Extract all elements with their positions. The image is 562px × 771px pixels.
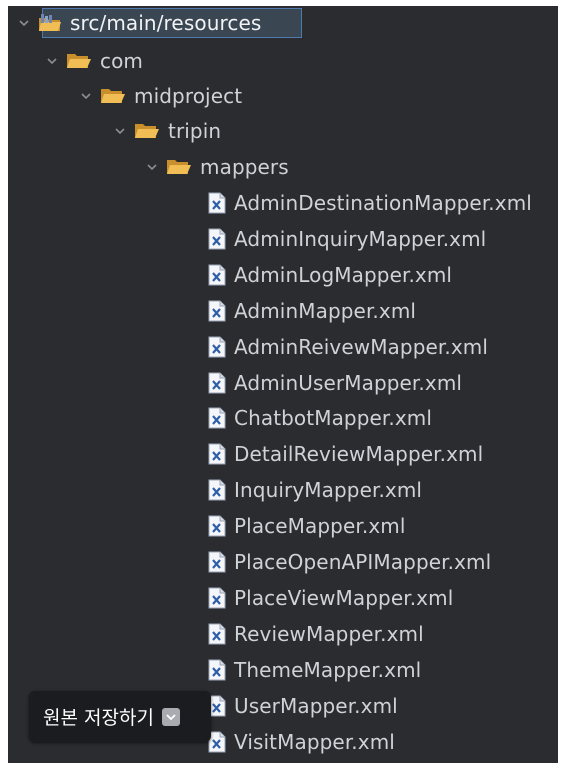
tree-item-label: tripin: [168, 119, 222, 143]
folder-open-icon: [166, 158, 192, 176]
tree-item-label: com: [100, 49, 144, 73]
xml-file-icon: [208, 228, 226, 250]
xml-file-icon: [208, 264, 226, 286]
xml-file-icon: [208, 372, 226, 394]
xml-file-icon: [208, 407, 226, 429]
tree-item-file[interactable]: ThemeMapper.xml: [208, 653, 421, 687]
save-original-button[interactable]: 원본 저장하기: [29, 691, 211, 742]
tree-item-label: AdminUserMapper.xml: [234, 371, 463, 395]
tree-item-file[interactable]: ChatbotMapper.xml: [208, 401, 432, 435]
tree-item-label: VisitMapper.xml: [234, 730, 395, 754]
chevron-down-icon[interactable]: [46, 55, 58, 67]
tree-item-file[interactable]: PlaceOpenAPIMapper.xml: [208, 545, 491, 579]
chevron-down-icon: [161, 707, 180, 726]
tree-item-mappers[interactable]: mappers: [146, 150, 289, 184]
tree-item-label: AdminReivewMapper.xml: [234, 335, 489, 359]
tree-item-label: ReviewMapper.xml: [234, 622, 424, 646]
source-folder-icon: [38, 13, 62, 33]
tree-item-label: ThemeMapper.xml: [234, 658, 422, 682]
tree-item-file[interactable]: AdminDestinationMapper.xml: [208, 186, 532, 220]
save-original-label: 원본 저장하기: [43, 707, 154, 729]
tree-item-label: UserMapper.xml: [234, 694, 398, 718]
tree-item-file[interactable]: VisitMapper.xml: [208, 725, 395, 759]
folder-open-icon: [66, 52, 92, 70]
tree-item-label: AdminLogMapper.xml: [234, 263, 453, 287]
tree-item-file[interactable]: AdminUserMapper.xml: [208, 366, 462, 400]
tree-item-label: PlaceViewMapper.xml: [234, 586, 454, 610]
tree-item-src-main-resources[interactable]: src/main/resources: [18, 6, 261, 40]
tree-item-file[interactable]: DetailReviewMapper.xml: [208, 437, 483, 471]
tree-item-label: AdminInquiryMapper.xml: [234, 227, 487, 251]
xml-file-icon: [208, 551, 226, 573]
folder-open-icon: [134, 122, 160, 140]
tree-item-label: InquiryMapper.xml: [234, 478, 423, 502]
xml-file-icon: [208, 192, 226, 214]
xml-file-icon: [208, 336, 226, 358]
xml-file-icon: [208, 479, 226, 501]
tree-item-file[interactable]: AdminMapper.xml: [208, 294, 416, 328]
tree-item-label: midproject: [134, 84, 243, 108]
tree-item-file[interactable]: PlaceViewMapper.xml: [208, 581, 453, 615]
tree-item-com[interactable]: com: [46, 44, 143, 78]
chevron-down-icon[interactable]: [18, 17, 30, 29]
tree-item-label: PlaceMapper.xml: [234, 514, 406, 538]
tree-item-file[interactable]: UserMapper.xml: [208, 689, 398, 723]
chevron-down-icon[interactable]: [146, 161, 158, 173]
tree-item-file[interactable]: AdminLogMapper.xml: [208, 258, 452, 292]
tree-item-file[interactable]: AdminReivewMapper.xml: [208, 330, 488, 364]
tree-item-file[interactable]: PlaceMapper.xml: [208, 509, 406, 543]
chevron-down-icon[interactable]: [114, 125, 126, 137]
tree-item-label: src/main/resources: [70, 11, 262, 35]
xml-file-icon: [208, 587, 226, 609]
xml-file-icon: [208, 443, 226, 465]
tree-item-midproject[interactable]: midproject: [80, 79, 242, 113]
tree-item-label: mappers: [200, 155, 289, 179]
tree-item-label: DetailReviewMapper.xml: [234, 442, 484, 466]
xml-file-icon: [208, 659, 226, 681]
folder-open-icon: [100, 87, 126, 105]
xml-file-icon: [208, 515, 226, 537]
project-explorer-tree: src/main/resources com midproject tripin…: [8, 6, 558, 763]
xml-file-icon: [208, 300, 226, 322]
chevron-down-icon[interactable]: [80, 90, 92, 102]
tree-item-tripin[interactable]: tripin: [114, 114, 221, 148]
tree-item-label: PlaceOpenAPIMapper.xml: [234, 550, 492, 574]
tree-item-label: AdminMapper.xml: [234, 299, 417, 323]
xml-file-icon: [208, 623, 226, 645]
tree-item-label: ChatbotMapper.xml: [234, 406, 433, 430]
tree-item-label: AdminDestinationMapper.xml: [234, 191, 532, 215]
tree-item-file[interactable]: InquiryMapper.xml: [208, 473, 422, 507]
tree-item-file[interactable]: ReviewMapper.xml: [208, 617, 424, 651]
tree-item-file[interactable]: AdminInquiryMapper.xml: [208, 222, 486, 256]
